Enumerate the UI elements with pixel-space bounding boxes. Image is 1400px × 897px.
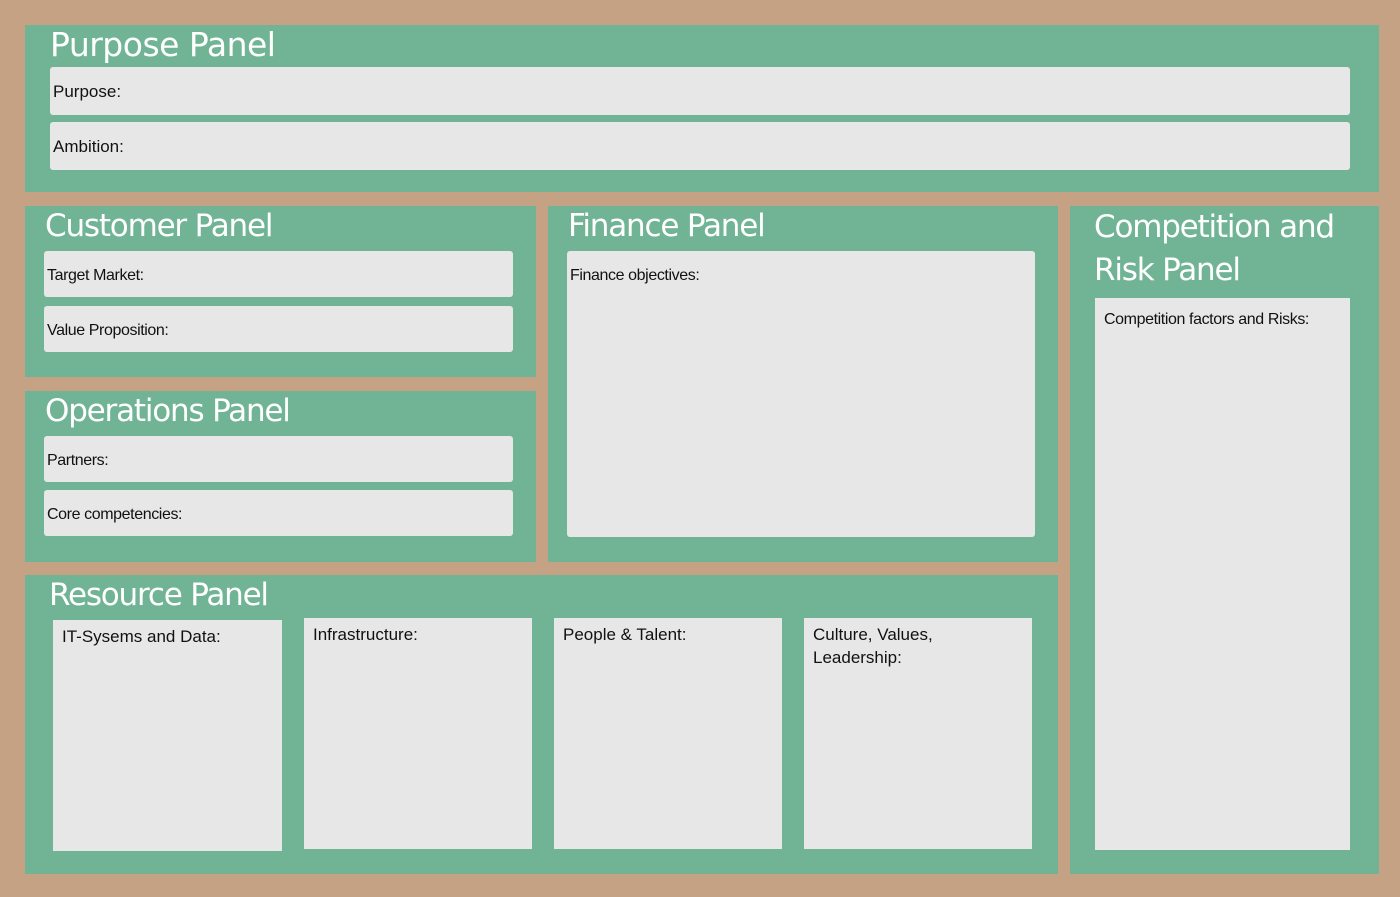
resource-panel: Resource Panel IT-Sysems and Data: Infra… (25, 575, 1058, 874)
finance-panel-title: Finance Panel (568, 208, 766, 244)
people-talent-label: People & Talent: (563, 625, 687, 644)
it-systems-field[interactable]: IT-Sysems and Data: (53, 620, 282, 851)
competition-factors-field[interactable]: Competition factors and Risks: (1095, 298, 1350, 850)
competition-factors-label: Competition factors and Risks: (1104, 311, 1309, 328)
finance-objectives-label: Finance objectives: (570, 267, 700, 284)
core-competencies-label: Core competencies: (47, 506, 183, 523)
purpose-field[interactable]: Purpose: (50, 67, 1350, 115)
resource-panel-title: Resource Panel (49, 577, 269, 613)
customer-panel-title: Customer Panel (45, 208, 273, 244)
value-proposition-field[interactable]: Value Proposition: (44, 306, 513, 352)
target-market-label: Target Market: (47, 267, 144, 284)
competition-panel: Competition and Risk Panel Competition f… (1070, 206, 1379, 874)
operations-panel: Operations Panel Partners: Core competen… (25, 391, 536, 562)
purpose-label: Purpose: (53, 82, 122, 101)
ambition-field[interactable]: Ambition: (50, 122, 1350, 170)
culture-values-field[interactable]: Culture, Values, Leadership: (804, 618, 1032, 849)
purpose-panel-title: Purpose Panel (50, 25, 276, 64)
culture-values-label: Culture, Values, Leadership: (813, 625, 933, 667)
infrastructure-label: Infrastructure: (313, 625, 418, 644)
it-systems-label: IT-Sysems and Data: (62, 627, 221, 646)
finance-panel: Finance Panel Finance objectives: (548, 206, 1058, 562)
core-competencies-field[interactable]: Core competencies: (44, 490, 513, 536)
ambition-label: Ambition: (53, 137, 124, 156)
value-proposition-label: Value Proposition: (47, 322, 169, 339)
customer-panel: Customer Panel Target Market: Value Prop… (25, 206, 536, 377)
operations-panel-title: Operations Panel (45, 393, 291, 429)
people-talent-field[interactable]: People & Talent: (554, 618, 782, 849)
infrastructure-field[interactable]: Infrastructure: (304, 618, 532, 849)
finance-objectives-field[interactable]: Finance objectives: (567, 251, 1035, 537)
partners-field[interactable]: Partners: (44, 436, 513, 482)
purpose-panel: Purpose Panel Purpose: Ambition: (25, 25, 1379, 192)
partners-label: Partners: (47, 452, 109, 469)
target-market-field[interactable]: Target Market: (44, 251, 513, 297)
competition-panel-title: Competition and Risk Panel (1094, 209, 1335, 288)
